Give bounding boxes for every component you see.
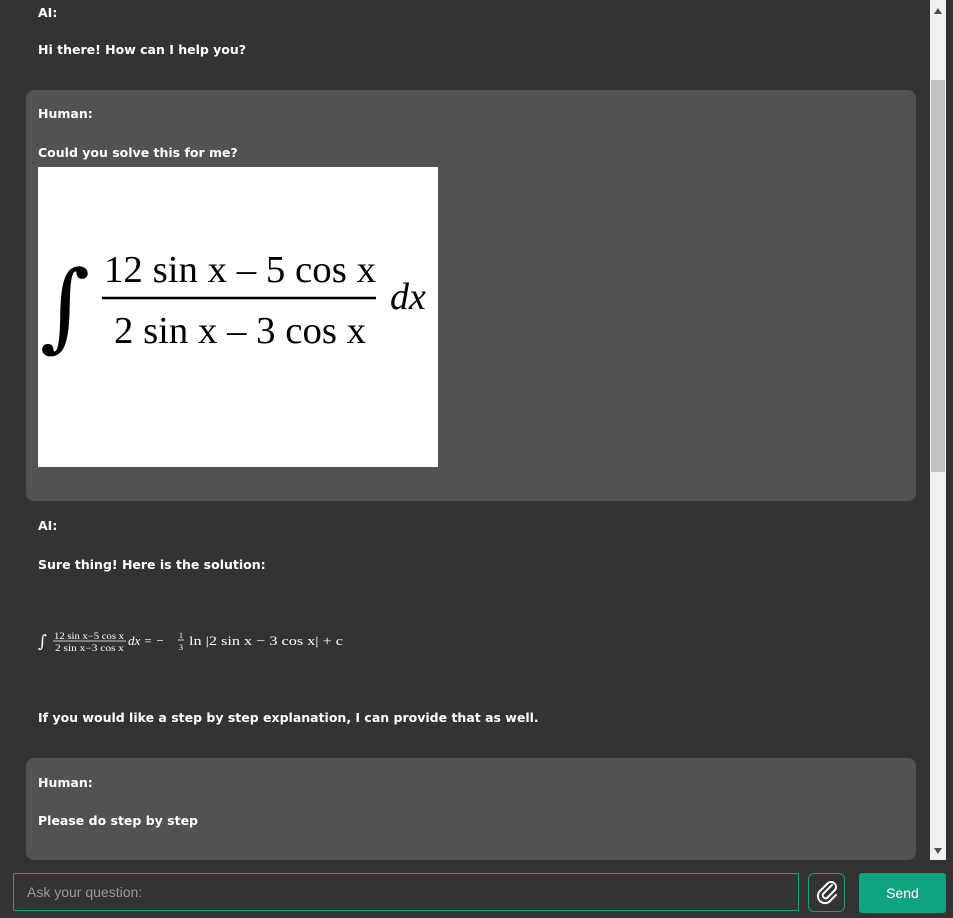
human-message: Human: Please do step by step: [26, 758, 916, 860]
question-input[interactable]: [13, 873, 799, 911]
scrollbar-thumb[interactable]: [931, 80, 945, 472]
equation-denominator: 2 sin x – 3 cos x: [114, 310, 366, 352]
message-text: Sure thing! Here is the solution:: [38, 557, 266, 572]
equation-image: ∫ 12 sin x – 5 cos x 2 sin x – 3 cos x d…: [38, 167, 438, 467]
solution-equation: ∫ 12 sin x−5 cos x 2 sin x−3 cos x dx = …: [38, 626, 368, 662]
solution-numerator: 12 sin x−5 cos x: [54, 631, 125, 641]
speaker-label: Human:: [38, 775, 93, 790]
triangle-down-icon[interactable]: [930, 842, 946, 859]
human-message: Human: Could you solve this for me? ∫ 12…: [26, 90, 916, 501]
send-button[interactable]: Send: [859, 873, 946, 913]
message-text: Could you solve this for me?: [38, 145, 238, 160]
integral-sign: ∫: [40, 250, 90, 362]
message-followup-text: If you would like a step by step explana…: [38, 710, 539, 725]
triangle-up-icon[interactable]: [930, 2, 946, 19]
ai-message: AI: Hi there! How can I help you?: [26, 0, 916, 80]
scrollbar[interactable]: [930, 0, 946, 860]
solution-denominator: 2 sin x−3 cos x: [55, 643, 125, 653]
message-text: Please do step by step: [38, 813, 198, 828]
solution-integral: ∫: [38, 632, 47, 652]
input-bar: Send: [0, 860, 953, 918]
solution-rhs-start: dx = −: [128, 633, 164, 648]
speaker-label: AI:: [38, 5, 58, 20]
paperclip-icon: [813, 877, 841, 909]
solution-rhs-end: ln |2 sin x − 3 cos x| + c: [189, 633, 343, 648]
solution-frac-den: 3: [179, 643, 183, 652]
message-text: Hi there! How can I help you?: [38, 42, 247, 57]
equation-numerator: 12 sin x – 5 cos x: [104, 249, 376, 291]
solution-frac-num: 1: [179, 631, 183, 640]
speaker-label: AI:: [38, 518, 58, 533]
chat-area: AI: Hi there! How can I help you? Human:…: [0, 0, 930, 860]
speaker-label: Human:: [38, 106, 93, 121]
equation-differential: dx: [390, 276, 426, 318]
attach-button[interactable]: [808, 873, 845, 912]
